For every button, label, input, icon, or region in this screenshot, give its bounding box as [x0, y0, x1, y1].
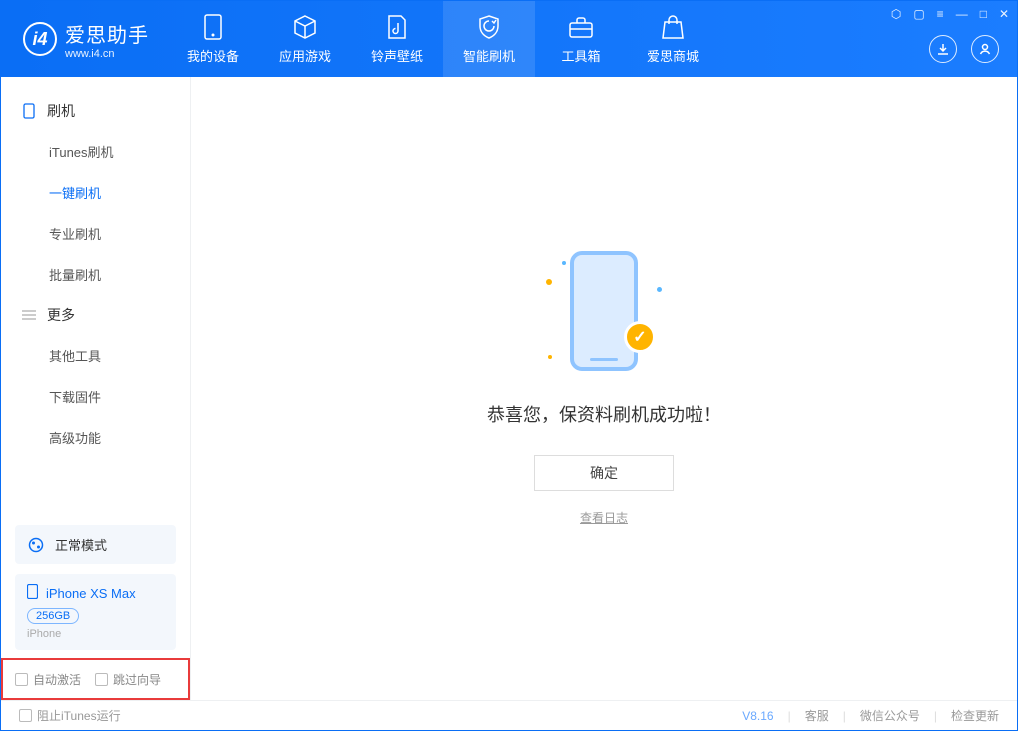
- minimize-button[interactable]: —: [956, 7, 968, 21]
- sidebar-group-more: 更多: [1, 295, 190, 335]
- device-mode-label: 正常模式: [55, 535, 107, 554]
- more-lines-icon: [21, 307, 37, 323]
- device-mode-card[interactable]: 正常模式: [15, 525, 176, 564]
- device-capacity-badge: 256GB: [27, 608, 79, 624]
- app-subtitle: www.i4.cn: [65, 48, 149, 60]
- nav-smart-flash[interactable]: 智能刷机: [443, 1, 535, 77]
- header-right-actions: [929, 35, 999, 63]
- sidebar-item-advanced[interactable]: 高级功能: [1, 417, 190, 458]
- device-type: iPhone: [27, 628, 164, 640]
- spark-icon: [657, 287, 662, 292]
- phone-small-icon: [27, 584, 38, 602]
- checkbox-icon: [19, 709, 32, 722]
- nav-store[interactable]: 爱思商城: [627, 1, 719, 77]
- nav-my-device[interactable]: 我的设备: [167, 1, 259, 77]
- sidebar-bottom-options: 自动激活 跳过向导: [1, 658, 190, 700]
- close-button[interactable]: ✕: [999, 7, 1009, 21]
- nav-ringtone-wallpaper[interactable]: 铃声壁纸: [351, 1, 443, 77]
- lock-icon[interactable]: ▢: [913, 7, 924, 21]
- footer-bar: 阻止iTunes运行 V8.16 | 客服 | 微信公众号 | 检查更新: [1, 700, 1017, 730]
- sidebar-item-other-tools[interactable]: 其他工具: [1, 335, 190, 376]
- sidebar-group-flash: 刷机: [1, 91, 190, 131]
- shirt-icon[interactable]: ⬡: [891, 7, 901, 21]
- sidebar-item-download-firmware[interactable]: 下载固件: [1, 376, 190, 417]
- window-controls: ⬡ ▢ ≡ — □ ✕: [891, 7, 1009, 21]
- music-file-icon: [383, 14, 411, 40]
- checkbox-icon: [95, 673, 108, 686]
- auto-activate-checkbox[interactable]: 自动激活: [15, 671, 81, 688]
- bag-icon: [659, 14, 687, 40]
- app-title: 爱思助手: [65, 19, 149, 48]
- mode-icon: [27, 536, 45, 554]
- footer-link-support[interactable]: 客服: [805, 707, 829, 724]
- sidebar-item-batch-flash[interactable]: 批量刷机: [1, 254, 190, 295]
- toolbox-icon: [567, 14, 595, 40]
- app-header: i4 爱思助手 www.i4.cn 我的设备 应用游戏 铃声壁纸 智能刷机 工具…: [1, 1, 1017, 77]
- footer-link-update[interactable]: 检查更新: [951, 707, 999, 724]
- maximize-button[interactable]: □: [980, 7, 987, 21]
- download-button[interactable]: [929, 35, 957, 63]
- spark-icon: [562, 261, 566, 265]
- device-icon: [199, 14, 227, 40]
- sidebar-item-oneclick-flash[interactable]: 一键刷机: [1, 172, 190, 213]
- skip-guide-checkbox[interactable]: 跳过向导: [95, 671, 161, 688]
- view-log-link[interactable]: 查看日志: [580, 509, 628, 526]
- device-name: iPhone XS Max: [46, 586, 136, 601]
- footer-link-wechat[interactable]: 微信公众号: [860, 707, 920, 724]
- nav-apps-games[interactable]: 应用游戏: [259, 1, 351, 77]
- phone-outline-icon: [21, 103, 37, 119]
- device-card[interactable]: iPhone XS Max 256GB iPhone: [15, 574, 176, 650]
- user-button[interactable]: [971, 35, 999, 63]
- main-nav: 我的设备 应用游戏 铃声壁纸 智能刷机 工具箱 爱思商城: [167, 1, 719, 77]
- cube-icon: [291, 14, 319, 40]
- shield-icon: [475, 14, 503, 40]
- main-panel: ✓ 恭喜您，保资料刷机成功啦！ 确定 查看日志: [191, 77, 1017, 700]
- sidebar-item-itunes-flash[interactable]: iTunes刷机: [1, 131, 190, 172]
- success-message: 恭喜您，保资料刷机成功啦！: [487, 401, 721, 427]
- sidebar: 刷机 iTunes刷机 一键刷机 专业刷机 批量刷机 更多 其他工具 下载固件 …: [1, 77, 191, 700]
- version-label: V8.16: [742, 709, 773, 723]
- block-itunes-checkbox[interactable]: 阻止iTunes运行: [19, 707, 121, 724]
- nav-toolbox[interactable]: 工具箱: [535, 1, 627, 77]
- app-logo: i4 爱思助手 www.i4.cn: [1, 19, 167, 60]
- phone-icon: [570, 251, 638, 371]
- menu-icon[interactable]: ≡: [937, 7, 944, 21]
- spark-icon: [548, 355, 552, 359]
- checkbox-icon: [15, 673, 28, 686]
- spark-icon: [546, 279, 552, 285]
- check-badge-icon: ✓: [624, 321, 656, 353]
- logo-icon: i4: [23, 22, 57, 56]
- success-illustration: ✓: [544, 251, 664, 381]
- sidebar-item-pro-flash[interactable]: 专业刷机: [1, 213, 190, 254]
- confirm-button[interactable]: 确定: [534, 455, 674, 491]
